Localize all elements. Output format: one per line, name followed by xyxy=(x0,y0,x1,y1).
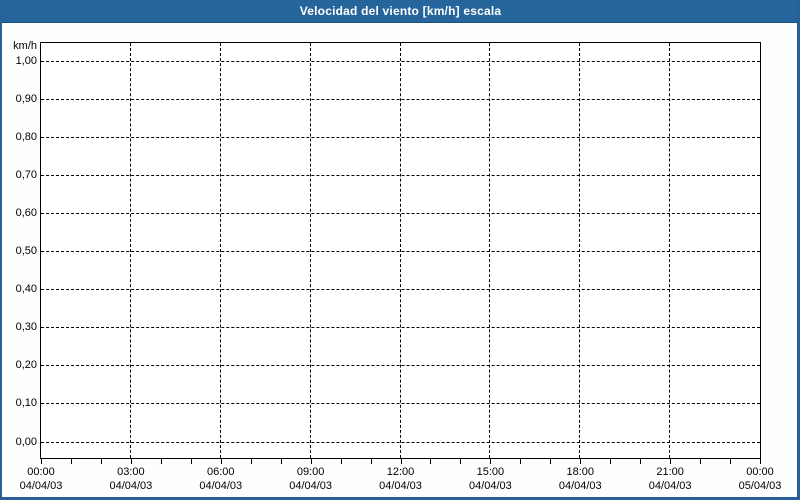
y-gridline xyxy=(41,98,760,100)
x-axis-tick xyxy=(340,459,342,464)
x-axis-tick xyxy=(280,459,282,464)
x-axis-tick xyxy=(160,459,162,464)
y-tick-label: 0,20 xyxy=(15,359,37,372)
x-time-label: 00:00 xyxy=(27,466,55,478)
x-axis-tick xyxy=(640,459,642,464)
y-tick-label: 0,90 xyxy=(15,92,37,105)
plot-area xyxy=(40,42,761,459)
x-axis-tick xyxy=(490,459,492,464)
x-date-label: 04/04/03 xyxy=(109,480,153,492)
y-gridline xyxy=(41,174,760,176)
x-date-label: 04/04/03 xyxy=(468,480,512,492)
y-tick-label: 0,80 xyxy=(15,130,37,143)
x-date-label: 04/04/03 xyxy=(289,480,333,492)
x-axis-tick xyxy=(130,459,132,464)
x-time-label: 21:00 xyxy=(656,466,684,478)
y-gridline xyxy=(41,251,760,252)
x-date-label: 04/04/03 xyxy=(558,480,602,492)
title-bar: Velocidad del viento [km/h] escala xyxy=(2,0,797,23)
x-axis-tick xyxy=(580,459,582,464)
x-axis-tick xyxy=(550,459,552,464)
y-gridline xyxy=(41,289,760,291)
x-gridline xyxy=(579,43,581,458)
x-time-label: 09:00 xyxy=(296,466,325,478)
y-tick-label: 1,00 xyxy=(15,54,37,67)
x-axis-tick xyxy=(250,459,252,464)
y-tick-label: 0,60 xyxy=(15,206,37,219)
x-axis-tick xyxy=(460,459,462,464)
x-gridline xyxy=(309,43,311,458)
y-gridline xyxy=(41,441,760,443)
x-axis-tick xyxy=(520,459,522,464)
x-axis-tick xyxy=(220,459,222,464)
y-tick-label: 0,70 xyxy=(15,168,37,181)
x-date-label: 04/04/03 xyxy=(199,480,243,492)
y-tick-label: 0,00 xyxy=(15,435,37,448)
x-gridline xyxy=(669,43,671,458)
x-time-label: 15:00 xyxy=(476,466,505,478)
chart-window: Velocidad del viento [km/h] escala km/h … xyxy=(0,0,800,500)
x-gridline xyxy=(219,43,221,458)
y-gridline xyxy=(41,136,760,138)
y-tick-label: 0,30 xyxy=(15,321,37,334)
x-axis-tick xyxy=(190,459,192,464)
x-gridline xyxy=(489,43,491,458)
y-gridline xyxy=(41,327,760,329)
y-tick-label: 0,50 xyxy=(15,245,37,257)
x-axis-tick xyxy=(610,459,612,464)
x-axis-tick xyxy=(430,459,432,464)
x-axis-tick xyxy=(370,459,372,464)
x-axis-tick xyxy=(310,459,312,464)
y-tick-label: 0,40 xyxy=(15,283,37,296)
y-gridline xyxy=(41,60,760,62)
chart-title: Velocidad del viento [km/h] escala xyxy=(299,4,502,18)
x-time-label: 12:00 xyxy=(386,466,415,478)
x-time-label: 06:00 xyxy=(206,466,235,478)
x-axis-tick xyxy=(760,459,761,464)
x-axis-tick xyxy=(700,459,702,464)
x-axis-tick xyxy=(730,459,732,464)
y-gridline xyxy=(41,212,760,214)
x-date-label: 04/04/03 xyxy=(648,480,692,492)
x-axis-tick xyxy=(400,459,402,464)
x-date-label: 04/04/03 xyxy=(379,480,422,492)
x-time-label: 03:00 xyxy=(117,466,145,478)
x-date-label: 05/04/03 xyxy=(738,480,782,492)
x-time-label: 18:00 xyxy=(566,466,595,478)
x-time-label: 00:00 xyxy=(746,466,774,478)
x-gridline xyxy=(399,43,401,458)
y-tick-label: 0,10 xyxy=(15,397,37,410)
x-date-label: 04/04/03 xyxy=(19,480,63,492)
y-axis-unit-label: km/h xyxy=(13,40,37,52)
x-axis-tick xyxy=(70,459,72,464)
x-gridline xyxy=(129,43,131,458)
x-axis-tick xyxy=(100,459,102,464)
y-gridline xyxy=(41,365,760,367)
x-axis-tick xyxy=(670,459,672,464)
x-axis-tick xyxy=(41,459,42,464)
y-gridline xyxy=(41,403,760,405)
